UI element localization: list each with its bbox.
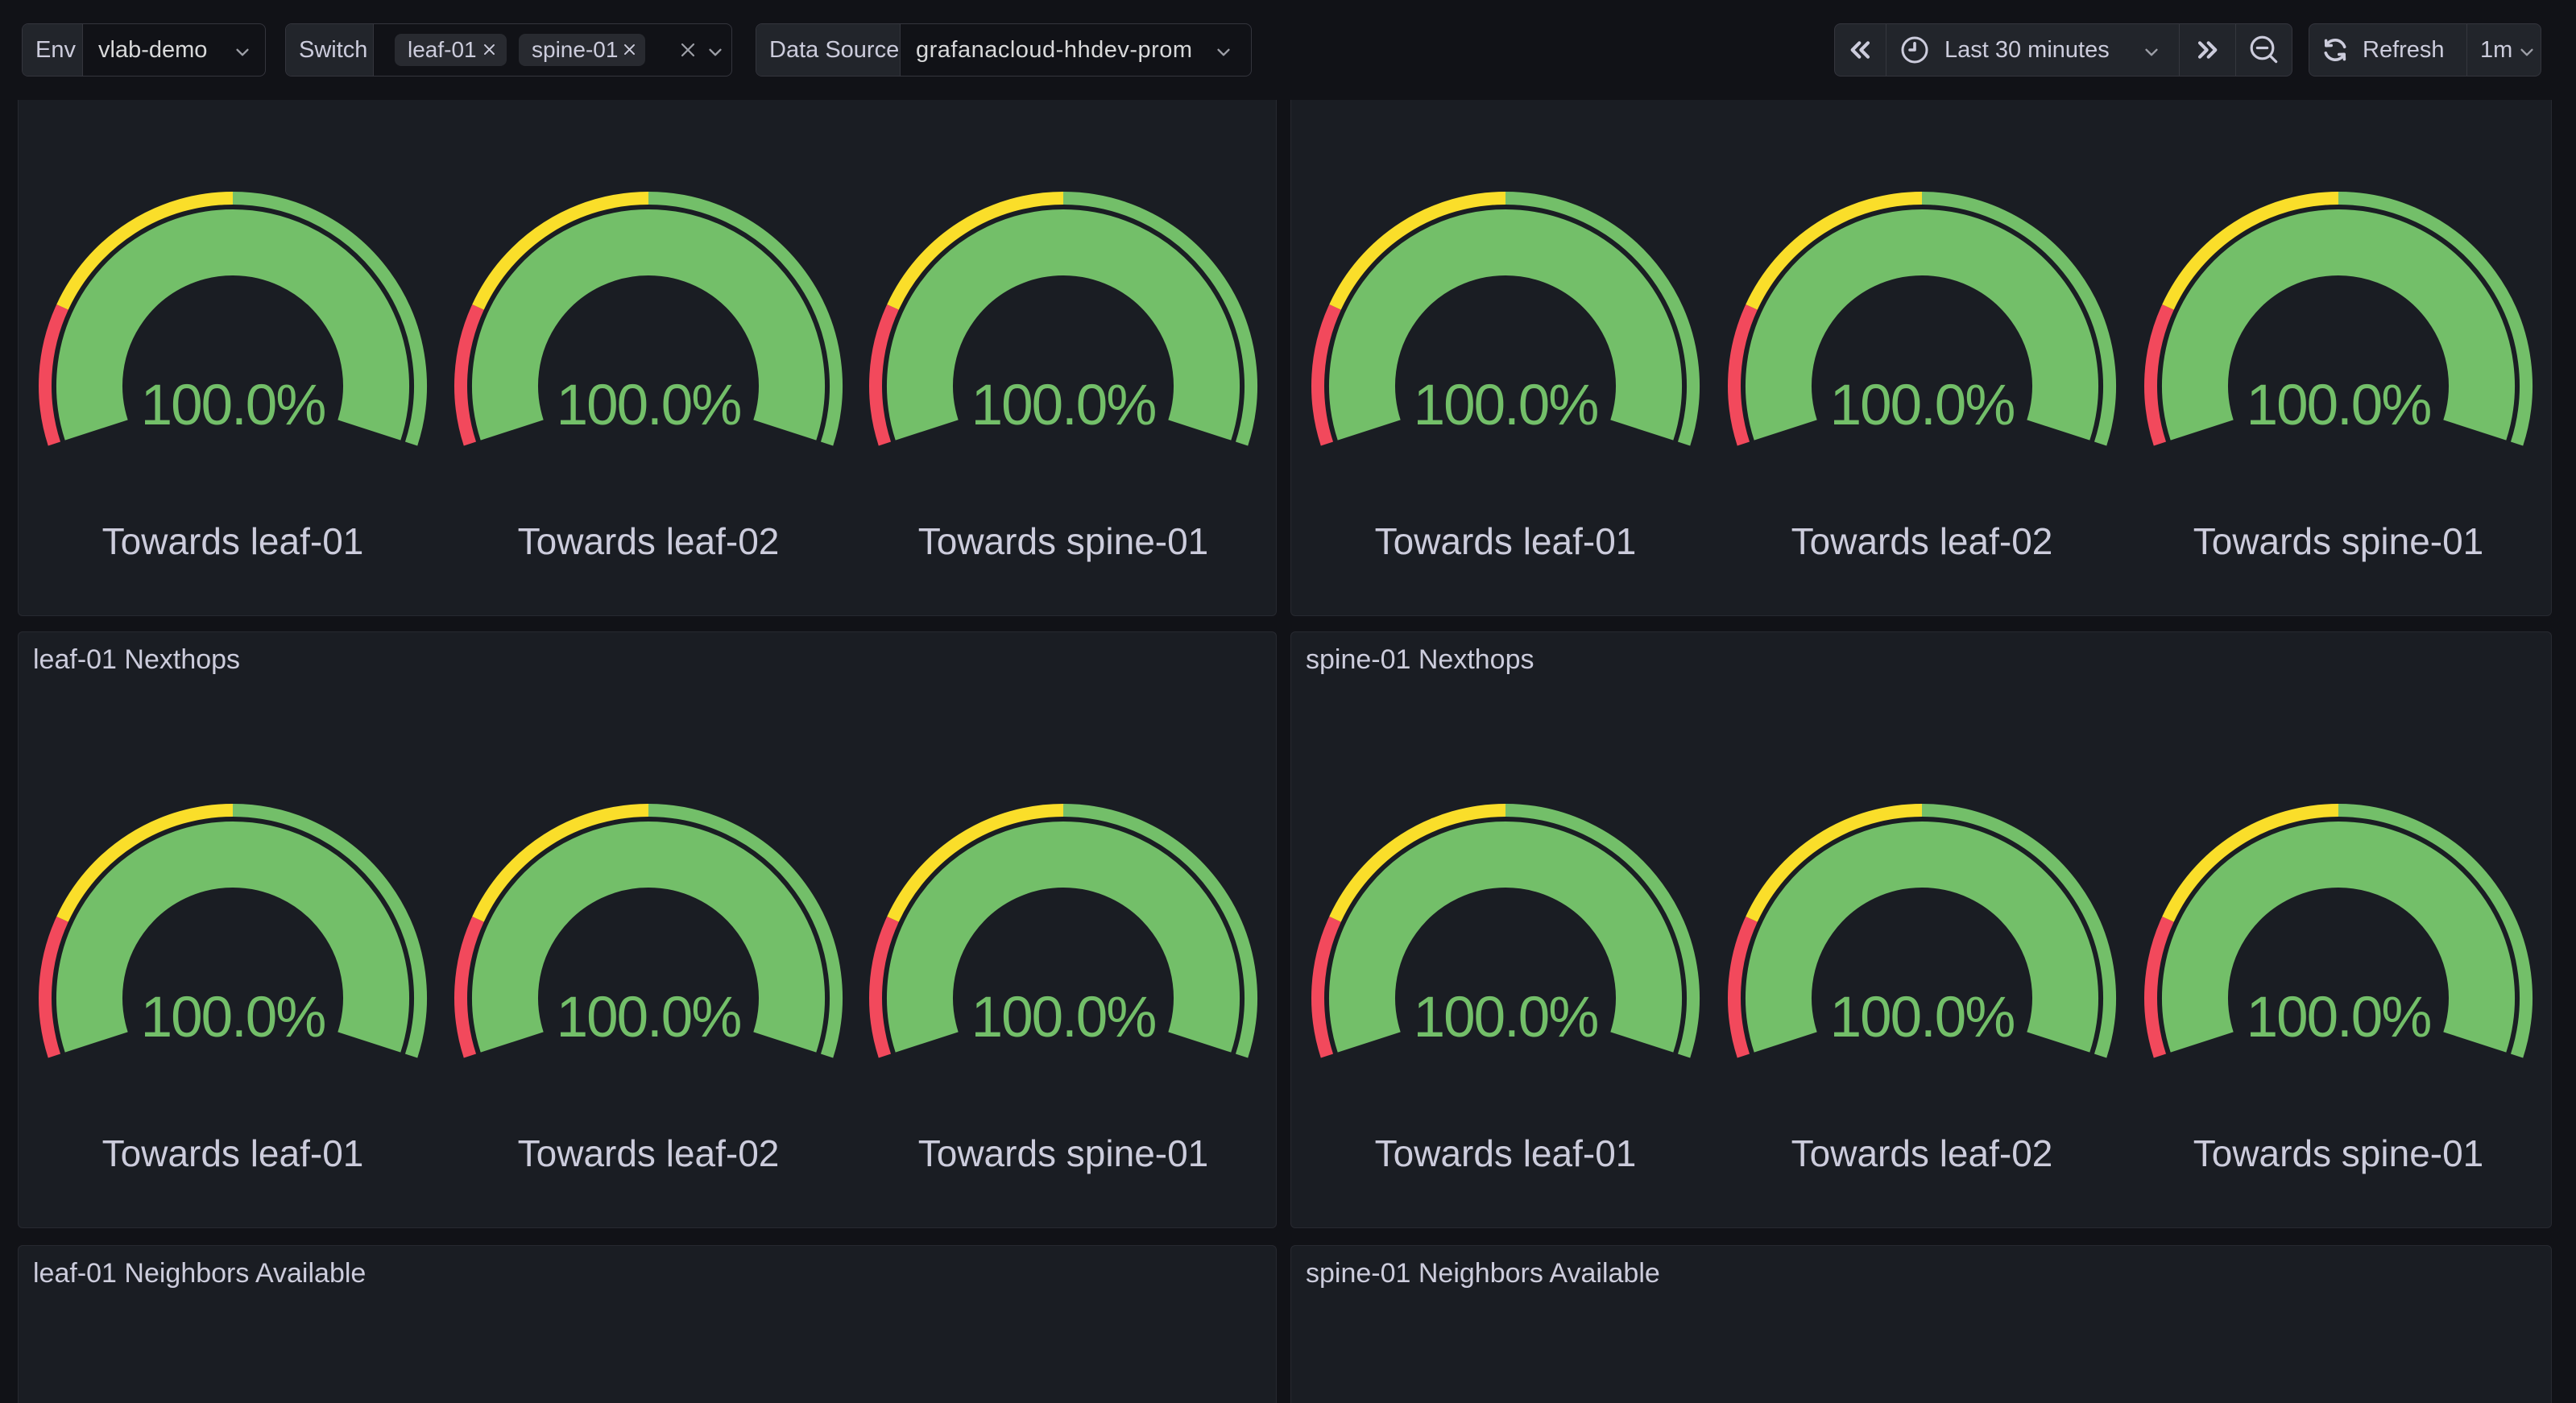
svg-text:Towards leaf-02: Towards leaf-02	[518, 1132, 780, 1174]
svg-text:100.0%: 100.0%	[1830, 986, 2015, 1049]
svg-text:Towards spine-01: Towards spine-01	[2193, 1132, 2484, 1174]
svg-text:100.0%: 100.0%	[557, 986, 741, 1049]
svg-text:100.0%: 100.0%	[971, 986, 1156, 1049]
svg-text:Towards leaf-01: Towards leaf-01	[102, 1132, 364, 1174]
svg-text:Towards leaf-01: Towards leaf-01	[1375, 520, 1637, 562]
svg-text:Towards leaf-02: Towards leaf-02	[518, 520, 780, 562]
svg-text:Towards leaf-01: Towards leaf-01	[102, 520, 364, 562]
svg-text:100.0%: 100.0%	[1414, 374, 1598, 437]
svg-text:100.0%: 100.0%	[2247, 986, 2431, 1049]
svg-text:100.0%: 100.0%	[2247, 374, 2431, 437]
svg-text:Towards spine-01: Towards spine-01	[918, 520, 1209, 562]
svg-text:Towards spine-01: Towards spine-01	[2193, 520, 2484, 562]
svg-text:100.0%: 100.0%	[1414, 986, 1598, 1049]
svg-text:100.0%: 100.0%	[1830, 374, 2015, 437]
svg-text:Towards leaf-02: Towards leaf-02	[1791, 520, 2053, 562]
svg-text:Towards leaf-02: Towards leaf-02	[1791, 1132, 2053, 1174]
svg-text:100.0%: 100.0%	[971, 374, 1156, 437]
svg-text:100.0%: 100.0%	[557, 374, 741, 437]
svg-text:100.0%: 100.0%	[141, 374, 325, 437]
svg-text:Towards spine-01: Towards spine-01	[918, 1132, 1209, 1174]
svg-text:Towards leaf-01: Towards leaf-01	[1375, 1132, 1637, 1174]
svg-text:100.0%: 100.0%	[141, 986, 325, 1049]
